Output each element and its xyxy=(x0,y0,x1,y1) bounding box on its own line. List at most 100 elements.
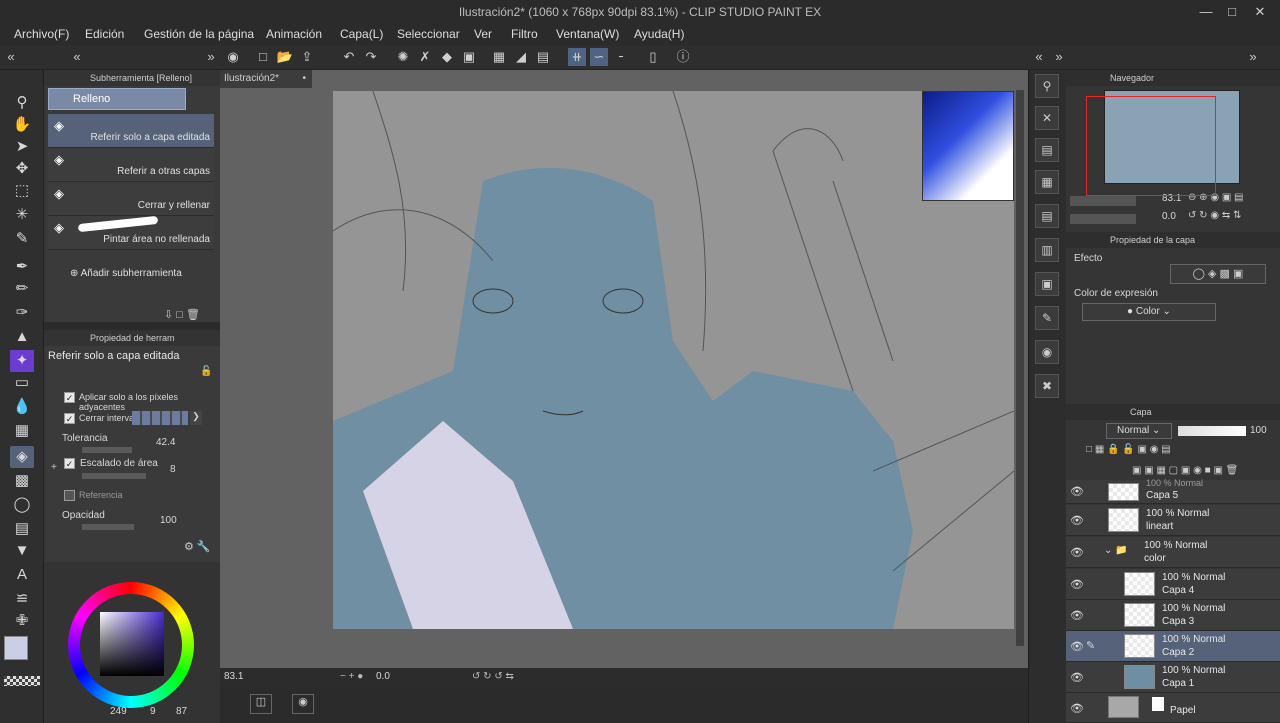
layer-row-capa2[interactable]: 👁 ✎ 100 % Normal Capa 2 xyxy=(1066,631,1280,662)
collapse-right-icon[interactable]: « xyxy=(1030,48,1048,66)
airbrush-tool-icon[interactable]: ▲ xyxy=(10,326,34,348)
menu-layer[interactable]: Capa(L) xyxy=(340,27,383,41)
undo-icon[interactable]: ↶ xyxy=(340,48,358,66)
selection-tool-icon[interactable]: ⬚ xyxy=(10,180,34,202)
snap-ruler-icon[interactable]: ⧺ xyxy=(568,48,586,66)
opacity-slider[interactable] xyxy=(82,524,134,530)
lock-icon[interactable]: 🔓 xyxy=(200,366,212,377)
layer-row-capa5[interactable]: 👁 100 % Normal Capa 5 xyxy=(1066,478,1280,504)
collapse-icon[interactable]: « xyxy=(68,48,86,66)
layer-opacity-value[interactable]: 100 xyxy=(1250,425,1267,436)
navigator-rotation-value[interactable]: 0.0 xyxy=(1162,211,1176,222)
text-tool-icon[interactable]: A xyxy=(10,564,34,586)
menu-view[interactable]: Ver xyxy=(474,27,492,41)
navigator-zoom-slider[interactable] xyxy=(1070,196,1136,206)
clear-icon[interactable]: ✗ xyxy=(416,48,434,66)
layer-row-lineart[interactable]: 👁 100 % Normal lineart xyxy=(1066,505,1280,536)
navigator-rotate-icons[interactable]: ↺ ↻ ◉ ⇆ ⇅ xyxy=(1188,210,1241,221)
loading-icon[interactable]: ✺ xyxy=(394,48,412,66)
saturation-square[interactable] xyxy=(100,612,164,676)
frame-tool-icon[interactable]: ▤ xyxy=(10,518,34,540)
blend-mode-select[interactable]: Normal ⌄ xyxy=(1106,423,1172,439)
collapse-left-icon[interactable]: « xyxy=(2,48,20,66)
close-panel-icon[interactable]: ✕ xyxy=(1035,106,1059,130)
visibility-eye-icon[interactable]: 👁 xyxy=(1070,514,1084,527)
open-file-icon[interactable]: 📂 xyxy=(276,48,294,66)
edit-icon[interactable]: ✎ xyxy=(1035,306,1059,330)
layer-fill-icon[interactable]: ▣ xyxy=(460,48,478,66)
chevron-right-icon[interactable]: ❯ xyxy=(190,411,202,425)
menu-page[interactable]: Gestión de la página xyxy=(144,27,254,41)
camera-icon[interactable]: ◉ xyxy=(292,694,314,714)
subtool-group-tab[interactable]: Relleno xyxy=(48,88,186,110)
zoom-readout[interactable]: 83.1 xyxy=(224,671,243,682)
save-icon[interactable]: ⇪ xyxy=(298,48,316,66)
navigator-rotate-slider[interactable] xyxy=(1070,214,1136,224)
menu-help[interactable]: Ayuda(H) xyxy=(634,27,684,41)
deselect-icon[interactable]: ▦ xyxy=(490,48,508,66)
texture-icon[interactable]: ▦ xyxy=(1035,170,1059,194)
settings-icon[interactable]: ⚙ 🔧 xyxy=(184,540,211,553)
zoom-controls-icons[interactable]: − + ● xyxy=(340,671,363,682)
effect-icons[interactable]: ◯ ◈ ▩ ▣ xyxy=(1170,264,1266,284)
eyedropper-tool-icon[interactable]: ✎ xyxy=(10,228,34,250)
balloon-tool-icon[interactable]: ▼ xyxy=(10,540,34,562)
navigator-viewport[interactable] xyxy=(1086,96,1216,196)
layer-toolbar-icons[interactable]: □ ▦ 🔒 🔓 ▣ ◉ ▤ xyxy=(1086,444,1171,455)
decoration-tool-icon[interactable]: ✦ xyxy=(10,350,34,372)
visibility-eye-icon[interactable]: 👁 xyxy=(1070,546,1084,559)
new-file-icon[interactable]: □ xyxy=(254,48,272,66)
expression-color-select[interactable]: ● Color ⌄ xyxy=(1082,303,1216,321)
visibility-eye-icon[interactable]: 👁 xyxy=(1070,609,1084,622)
adjacent-checkbox[interactable]: ✓ xyxy=(64,392,75,403)
menu-filter[interactable]: Filtro xyxy=(511,27,538,41)
visibility-eye-icon[interactable]: 👁 xyxy=(1070,578,1084,591)
angle-readout[interactable]: 0.0 xyxy=(376,671,390,682)
expand-plus-icon[interactable]: + xyxy=(51,462,57,473)
image-icon[interactable]: ▥ xyxy=(1035,238,1059,262)
opacity-value[interactable]: 100 xyxy=(160,515,177,526)
selection-icon[interactable]: ▤ xyxy=(534,48,552,66)
area-checkbox[interactable]: ✓ xyxy=(64,458,75,469)
area-slider[interactable] xyxy=(82,473,146,479)
brush-tool-icon[interactable]: ✑ xyxy=(10,302,34,324)
material-icon[interactable]: ▤ xyxy=(1035,138,1059,162)
expand-right-icon[interactable]: » xyxy=(1050,48,1068,66)
pencil-tool-icon[interactable]: ✏ xyxy=(10,278,34,300)
maximize-button[interactable]: □ xyxy=(1222,3,1242,21)
layer-folder-color[interactable]: 👁 ⌄ 📁 100 % Normal color xyxy=(1066,537,1280,568)
fill-icon[interactable]: ◆ xyxy=(438,48,456,66)
menu-animation[interactable]: Animación xyxy=(266,27,322,41)
rotate-icons[interactable]: ↺ ↻ ↺ ⇆ xyxy=(472,671,514,682)
close-gap-checkbox[interactable]: ✓ xyxy=(64,413,75,424)
search-icon[interactable]: ⚲ xyxy=(1035,74,1059,98)
visibility-eye-icon[interactable]: 👁 xyxy=(1070,485,1084,498)
zoom-tool-icon[interactable]: ⚲ xyxy=(10,92,34,114)
blend-tool-icon[interactable]: 💧 xyxy=(10,396,34,418)
close-gap-levels[interactable] xyxy=(132,411,188,425)
close-button[interactable]: ✕ xyxy=(1250,3,1270,21)
eraser-tool-icon[interactable]: ▭ xyxy=(10,372,34,394)
subtool-actions-icons[interactable]: ⇩ □ 🗑 xyxy=(164,308,200,321)
transparent-color-swatch[interactable] xyxy=(4,676,40,686)
invert-icon[interactable]: ◢ xyxy=(512,48,530,66)
snap-special-icon[interactable]: ∽ xyxy=(590,48,608,66)
snap-grid-icon[interactable]: ╴ xyxy=(614,48,632,66)
tolerance-slider[interactable] xyxy=(82,447,132,453)
fill-tool-icon[interactable]: ◈ xyxy=(10,446,34,468)
menu-select[interactable]: Seleccionar xyxy=(397,27,460,41)
gradient-tool-icon[interactable]: ▩ xyxy=(10,470,34,492)
correct-line-tool-icon[interactable]: ✙ xyxy=(10,610,34,632)
copy-icon[interactable]: ▣ xyxy=(1035,272,1059,296)
main-color-swatch[interactable] xyxy=(4,636,28,660)
line-tool-icon[interactable]: ≌ xyxy=(10,588,34,610)
subtool-item-close-fill[interactable]: ◈ Cerrar y rellenar xyxy=(48,182,214,216)
tablet-icon[interactable]: ▯ xyxy=(644,48,662,66)
subtool-item-other-layers[interactable]: ◈ Referir a otras capas xyxy=(48,148,214,182)
x-panel-icon[interactable]: ✖ xyxy=(1035,374,1059,398)
canvas-artwork[interactable] xyxy=(333,91,1014,629)
figure-tool-icon[interactable]: ◯ xyxy=(10,494,34,516)
history-icon[interactable]: ◉ xyxy=(1035,340,1059,364)
subtool-item-paint-unfilled[interactable]: ◈ Pintar área no rellenada xyxy=(48,215,214,250)
move-layer-tool-icon[interactable]: ✥ xyxy=(10,158,34,180)
